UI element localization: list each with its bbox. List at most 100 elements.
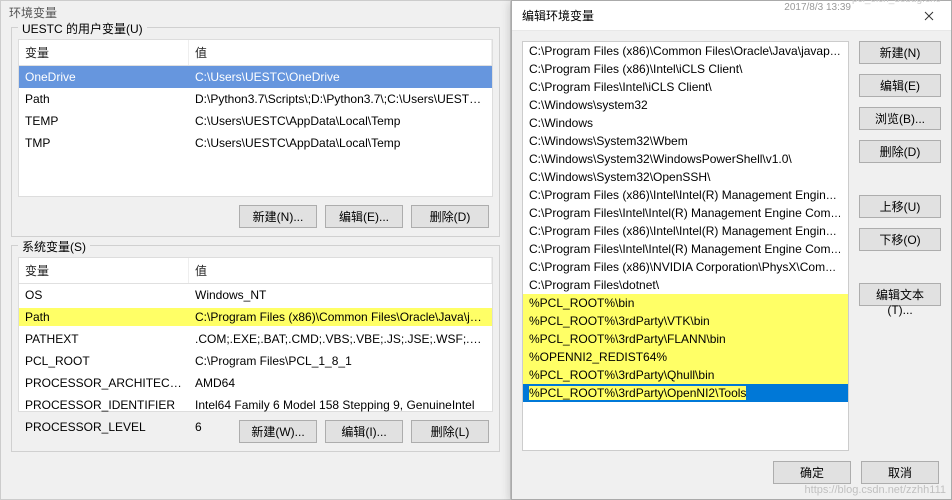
- list-item[interactable]: C:\Program Files (x86)\Intel\Intel(R) Ma…: [523, 186, 848, 204]
- list-item[interactable]: C:\Windows\System32\Wbem: [523, 132, 848, 150]
- table-row[interactable]: PROCESSOR_IDENTIFIERIntel64 Family 6 Mod…: [19, 394, 492, 416]
- list-item[interactable]: %PCL_ROOT%\3rdParty\FLANN\bin: [523, 330, 848, 348]
- table-row[interactable]: PATHEXT.COM;.EXE;.BAT;.CMD;.VBS;.VBE;.JS…: [19, 328, 492, 350]
- list-item[interactable]: %PCL_ROOT%\3rdParty\Qhull\bin: [523, 366, 848, 384]
- item-text: %PCL_ROOT%\bin: [529, 296, 634, 310]
- dialog-title: 编辑环境变量: [522, 7, 594, 24]
- item-text: C:\Windows\System32\OpenSSH\: [529, 170, 710, 184]
- item-text: C:\Program Files\dotnet\: [529, 278, 659, 292]
- user-vars-group: UESTC 的用户变量(U) 变量 值 OneDriveC:\Users\UES…: [11, 27, 500, 237]
- table-row[interactable]: PathC:\Program Files (x86)\Common Files\…: [19, 306, 492, 328]
- edit-button[interactable]: 编辑(I)...: [325, 420, 403, 443]
- group-title-system: 系统变量(S): [18, 238, 90, 255]
- var-name: PCL_ROOT: [19, 352, 189, 370]
- var-value: C:\Users\UESTC\AppData\Local\Temp: [189, 134, 492, 152]
- item-text: %PCL_ROOT%\3rdParty\Qhull\bin: [529, 368, 714, 382]
- group-title-user: UESTC 的用户变量(U): [18, 20, 147, 37]
- list-item[interactable]: C:\Program Files (x86)\Intel\iCLS Client…: [523, 60, 848, 78]
- var-name: TMP: [19, 134, 189, 152]
- move-down-button[interactable]: 下移(O): [859, 228, 941, 251]
- user-vars-table[interactable]: 变量 值 OneDriveC:\Users\UESTC\OneDrivePath…: [18, 39, 493, 197]
- system-vars-table[interactable]: 变量 值 OSWindows_NTPathC:\Program Files (x…: [18, 257, 493, 412]
- var-name: PROCESSOR_IDENTIFIER: [19, 396, 189, 414]
- var-value: C:\Program Files (x86)\Common Files\Orac…: [189, 308, 492, 326]
- env-vars-window: 环境变量 UESTC 的用户变量(U) 变量 值 OneDriveC:\User…: [0, 0, 511, 500]
- side-button-column: 新建(N) 编辑(E) 浏览(B)... 删除(D) 上移(U) 下移(O) 编辑文本(T)…: [859, 41, 941, 451]
- new-button[interactable]: 新建(W)...: [239, 420, 317, 443]
- var-name: PROCESSOR_ARCHITECT...: [19, 374, 189, 392]
- list-item[interactable]: C:\Program Files\Intel\Intel(R) Manageme…: [523, 240, 848, 258]
- item-text: %OPENNI2_REDIST64%: [529, 350, 667, 364]
- table-row[interactable]: TMPC:\Users\UESTC\AppData\Local\Temp: [19, 132, 492, 154]
- var-value: C:\Program Files\PCL_1_8_1: [189, 352, 492, 370]
- list-item[interactable]: C:\Windows\System32\WindowsPowerShell\v1…: [523, 150, 848, 168]
- var-value: Intel64 Family 6 Model 158 Stepping 9, G…: [189, 396, 492, 414]
- browse-button[interactable]: 浏览(B)...: [859, 107, 941, 130]
- move-up-button[interactable]: 上移(U): [859, 195, 941, 218]
- var-name: Path: [19, 308, 189, 326]
- system-vars-group: 系统变量(S) 变量 值 OSWindows_NTPathC:\Program …: [11, 245, 500, 452]
- list-item[interactable]: C:\Program Files\Intel\Intel(R) Manageme…: [523, 204, 848, 222]
- item-text: C:\Program Files\Intel\Intel(R) Manageme…: [529, 206, 848, 220]
- var-name: OS: [19, 286, 189, 304]
- cancel-button[interactable]: 取消: [861, 461, 939, 484]
- list-item[interactable]: C:\Program Files\dotnet\: [523, 276, 848, 294]
- edit-text-button[interactable]: 编辑文本(T)...: [859, 283, 941, 306]
- table-row[interactable]: TEMPC:\Users\UESTC\AppData\Local\Temp: [19, 110, 492, 132]
- list-item[interactable]: C:\Windows: [523, 114, 848, 132]
- var-value: AMD64: [189, 374, 492, 392]
- delete-button[interactable]: 删除(L): [411, 420, 489, 443]
- var-name: PROCESSOR_LEVEL: [19, 418, 189, 436]
- item-text: C:\Program Files (x86)\Common Files\Orac…: [529, 44, 846, 58]
- delete-button[interactable]: 删除(D): [411, 205, 489, 228]
- item-text: C:\Windows\System32\WindowsPowerShell\v1…: [529, 152, 792, 166]
- col-header-val[interactable]: 值: [189, 40, 492, 65]
- edit-env-var-window: pcl_elch_debug.exe 编辑环境变量 2017/8/3 13:39…: [511, 0, 952, 500]
- list-item[interactable]: C:\Program Files\Intel\iCLS Client\: [523, 78, 848, 96]
- close-button[interactable]: [906, 1, 951, 31]
- item-text: %PCL_ROOT%\3rdParty\FLANN\bin: [529, 332, 726, 346]
- col-header-val[interactable]: 值: [189, 258, 492, 283]
- list-item[interactable]: C:\Windows\System32\OpenSSH\: [523, 168, 848, 186]
- new-button[interactable]: 新建(N)...: [239, 205, 317, 228]
- table-row[interactable]: PROCESSOR_ARCHITECT...AMD64: [19, 372, 492, 394]
- item-text: C:\Program Files (x86)\NVIDIA Corporatio…: [529, 260, 848, 274]
- var-name: TEMP: [19, 112, 189, 130]
- item-text: C:\Program Files\Intel\Intel(R) Manageme…: [529, 242, 848, 256]
- item-text: C:\Program Files (x86)\Intel\Intel(R) Ma…: [529, 224, 848, 238]
- item-text: C:\Windows: [529, 116, 593, 130]
- item-text: C:\Program Files (x86)\Intel\Intel(R) Ma…: [529, 188, 848, 202]
- table-row[interactable]: OSWindows_NT: [19, 284, 492, 306]
- list-item[interactable]: %PCL_ROOT%\3rdParty\VTK\bin: [523, 312, 848, 330]
- list-item[interactable]: C:\Windows\system32: [523, 96, 848, 114]
- list-item[interactable]: C:\Program Files (x86)\NVIDIA Corporatio…: [523, 258, 848, 276]
- item-text: C:\Windows\System32\Wbem: [529, 134, 688, 148]
- list-item[interactable]: C:\Program Files (x86)\Intel\Intel(R) Ma…: [523, 222, 848, 240]
- var-value: C:\Users\UESTC\OneDrive: [189, 68, 492, 86]
- background-timestamp: 2017/8/3 13:39: [784, 2, 851, 13]
- var-value: .COM;.EXE;.BAT;.CMD;.VBS;.VBE;.JS;.JSE;.…: [189, 330, 492, 348]
- new-button[interactable]: 新建(N): [859, 41, 941, 64]
- var-value: C:\Users\UESTC\AppData\Local\Temp: [189, 112, 492, 130]
- table-row[interactable]: PathD:\Python3.7\Scripts\;D:\Python3.7\;…: [19, 88, 492, 110]
- item-text: C:\Program Files (x86)\Intel\iCLS Client…: [529, 62, 742, 76]
- item-text: %PCL_ROOT%\3rdParty\VTK\bin: [529, 314, 710, 328]
- col-header-var[interactable]: 变量: [19, 40, 189, 65]
- table-row[interactable]: OneDriveC:\Users\UESTC\OneDrive: [19, 66, 492, 88]
- list-item[interactable]: %OPENNI2_REDIST64%: [523, 348, 848, 366]
- table-row[interactable]: PCL_ROOTC:\Program Files\PCL_1_8_1: [19, 350, 492, 372]
- edit-button[interactable]: 编辑(E)...: [325, 205, 403, 228]
- var-name: PATHEXT: [19, 330, 189, 348]
- edit-button[interactable]: 编辑(E): [859, 74, 941, 97]
- list-item[interactable]: %PCL_ROOT%\3rdParty\OpenNI2\Tools: [523, 384, 848, 402]
- list-item[interactable]: C:\Program Files (x86)\Common Files\Orac…: [523, 42, 848, 60]
- delete-button[interactable]: 删除(D): [859, 140, 941, 163]
- col-header-var[interactable]: 变量: [19, 258, 189, 283]
- list-item[interactable]: %PCL_ROOT%\bin: [523, 294, 848, 312]
- var-name: OneDrive: [19, 68, 189, 86]
- close-icon: [924, 11, 934, 21]
- path-entries-list[interactable]: C:\Program Files (x86)\Common Files\Orac…: [522, 41, 849, 451]
- item-text: C:\Windows\system32: [529, 98, 648, 112]
- ok-button[interactable]: 确定: [773, 461, 851, 484]
- background-peek: pcl_elch_debug.exe: [852, 0, 941, 5]
